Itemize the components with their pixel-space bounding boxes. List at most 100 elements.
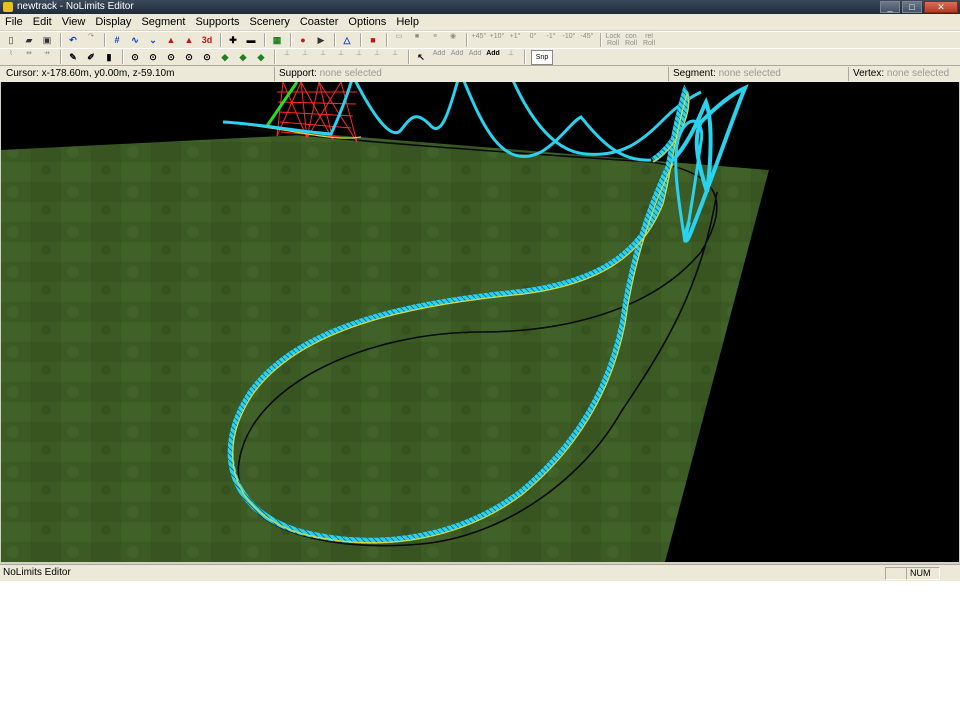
pillar-5-icon[interactable]: ⊥ (351, 50, 367, 65)
track-segment-icon[interactable]: ⌇ (3, 50, 19, 65)
camera-icon[interactable]: ◉ (445, 33, 461, 48)
con-roll-button[interactable]: con Roll (623, 33, 639, 48)
new-file-icon[interactable]: ▯ (3, 33, 19, 48)
pillar-icon[interactable]: ⊥ (279, 50, 295, 65)
menu-bar: File Edit View Display Segment Supports … (0, 14, 960, 30)
close-button[interactable]: ✕ (924, 1, 958, 13)
maximize-button[interactable]: □ (902, 1, 922, 13)
lock-roll-button[interactable]: Lock Roll (605, 33, 621, 48)
double-pencil-icon[interactable]: ✐ (83, 50, 99, 65)
traffic-light-icon[interactable]: ● (295, 33, 311, 48)
beam-icon[interactable]: ▮ (101, 50, 117, 65)
cylinder-support-icon[interactable]: ⊙ (127, 50, 143, 65)
join-segment-icon[interactable]: ⇸ (39, 50, 55, 65)
menu-edit[interactable]: Edit (28, 14, 57, 30)
align-icon[interactable]: ≡ (427, 33, 443, 48)
window-controls: _ □ ✕ (880, 0, 958, 14)
pillar-4-icon[interactable]: ⊥ (333, 50, 349, 65)
toolbar-separator (104, 33, 106, 47)
menu-supports[interactable]: Supports (190, 14, 244, 30)
grid-icon[interactable]: # (109, 33, 125, 48)
footer-support-3-icon[interactable]: ◆ (253, 50, 269, 65)
add-tool-2-button[interactable]: Add (449, 50, 465, 65)
support-label: Support: (279, 68, 317, 79)
menu-file[interactable]: File (0, 14, 28, 30)
add-tool-4-button[interactable]: Add (485, 50, 501, 65)
add-tool-3-button[interactable]: Add (467, 50, 483, 65)
menu-segment[interactable]: Segment (136, 14, 190, 30)
delete-vertex-icon[interactable]: ▬ (243, 33, 259, 48)
toolbar-separator (290, 33, 292, 47)
segment-readout: Segment: none selected (668, 67, 781, 81)
foot-tool-icon[interactable]: ⊥ (503, 50, 519, 65)
toolbar-separator (220, 33, 222, 47)
cursor-value: x-178.60m, y0.00m, z-59.10m (41, 68, 175, 79)
3d-viewport[interactable] (1, 82, 959, 562)
toolbar-separator (386, 33, 388, 47)
vertex-label: Vertex: (853, 68, 885, 79)
footer-support-icon[interactable]: ◆ (217, 50, 233, 65)
triangle-icon[interactable]: △ (339, 33, 355, 48)
toolbar-separator (274, 50, 276, 64)
cylinder-support-5-icon[interactable]: ⊙ (199, 50, 215, 65)
undo-icon[interactable]: ↶ (65, 33, 81, 48)
toolbar-separator (466, 33, 468, 47)
status-bar: NoLimits Editor NUM (0, 564, 960, 581)
menu-scenery[interactable]: Scenery (245, 14, 295, 30)
minimize-button[interactable]: _ (880, 1, 900, 13)
footer-support-2-icon[interactable]: ◆ (235, 50, 251, 65)
cylinder-support-4-icon[interactable]: ⊙ (181, 50, 197, 65)
pillar-6-icon[interactable]: ⊥ (369, 50, 385, 65)
play-icon[interactable]: ▶ (313, 33, 329, 48)
app-icon (3, 2, 13, 12)
main-toolbar: ▯ ▰ ▣ ↶ ↷ # ∿ ⌄ ▲ ▲ 3d ✚ ▬ ▦ ● ▶ △ ■ ▭ ■… (0, 31, 960, 49)
support-value: none selected (319, 68, 382, 79)
roll-plus-45-button[interactable]: +45° (471, 33, 487, 48)
toolbar-separator (408, 50, 410, 64)
pillar-7-icon[interactable]: ⊥ (387, 50, 403, 65)
insert-vertex-icon[interactable]: ✚ (225, 33, 241, 48)
roll-plus-1-button[interactable]: +1° (507, 33, 523, 48)
wave-track-icon[interactable]: ∿ (127, 33, 143, 48)
roll-minus-45-button[interactable]: -45° (579, 33, 595, 48)
rel-roll-button[interactable]: rel Roll (641, 33, 657, 48)
pillar-2-icon[interactable]: ⊥ (297, 50, 313, 65)
window-title: newtrack - NoLimits Editor (17, 1, 134, 12)
add-tool-1-button[interactable]: Add (431, 50, 447, 65)
pillar-3-icon[interactable]: ⊥ (315, 50, 331, 65)
menu-options[interactable]: Options (343, 14, 391, 30)
test-run-icon[interactable]: ■ (365, 33, 381, 48)
save-icon[interactable]: ▣ (39, 33, 55, 48)
redo-icon[interactable]: ↷ (83, 33, 99, 48)
num-lock-indicator: NUM (906, 567, 940, 580)
fill-icon[interactable]: ■ (409, 33, 425, 48)
cylinder-support-3-icon[interactable]: ⊙ (163, 50, 179, 65)
select-arrow-icon[interactable]: ↖ (413, 50, 429, 65)
terrain-icon[interactable]: ▦ (269, 33, 285, 48)
toolbar-separator (360, 33, 362, 47)
cylinder-support-2-icon[interactable]: ⊙ (145, 50, 161, 65)
snap-button[interactable]: Snp (531, 49, 553, 65)
toolbar-separator (60, 33, 62, 47)
menu-display[interactable]: Display (90, 14, 136, 30)
roll-minus-1-button[interactable]: -1° (543, 33, 559, 48)
roll-plus-10-button[interactable]: +10° (489, 33, 505, 48)
open-folder-icon[interactable]: ▰ (21, 33, 37, 48)
menu-view[interactable]: View (57, 14, 91, 30)
menu-coaster[interactable]: Coaster (295, 14, 344, 30)
toolbar-separator (334, 33, 336, 47)
scene-canvas[interactable] (1, 82, 959, 562)
roll-zero-button[interactable]: 0° (525, 33, 541, 48)
split-segment-icon[interactable]: ⇹ (21, 50, 37, 65)
window-icon[interactable]: ▭ (391, 33, 407, 48)
roll-minus-10-button[interactable]: -10° (561, 33, 577, 48)
station-icon[interactable]: ▲ (181, 33, 197, 48)
valley-track-icon[interactable]: ⌄ (145, 33, 161, 48)
pencil-icon[interactable]: ✎ (65, 50, 81, 65)
cursor-label: Cursor: (6, 68, 39, 79)
segment-value: none selected (718, 68, 781, 79)
toolbar-separator (600, 33, 602, 47)
view-3d-button[interactable]: 3d (199, 33, 215, 48)
coaster-train-icon[interactable]: ▲ (163, 33, 179, 48)
menu-help[interactable]: Help (391, 14, 424, 30)
